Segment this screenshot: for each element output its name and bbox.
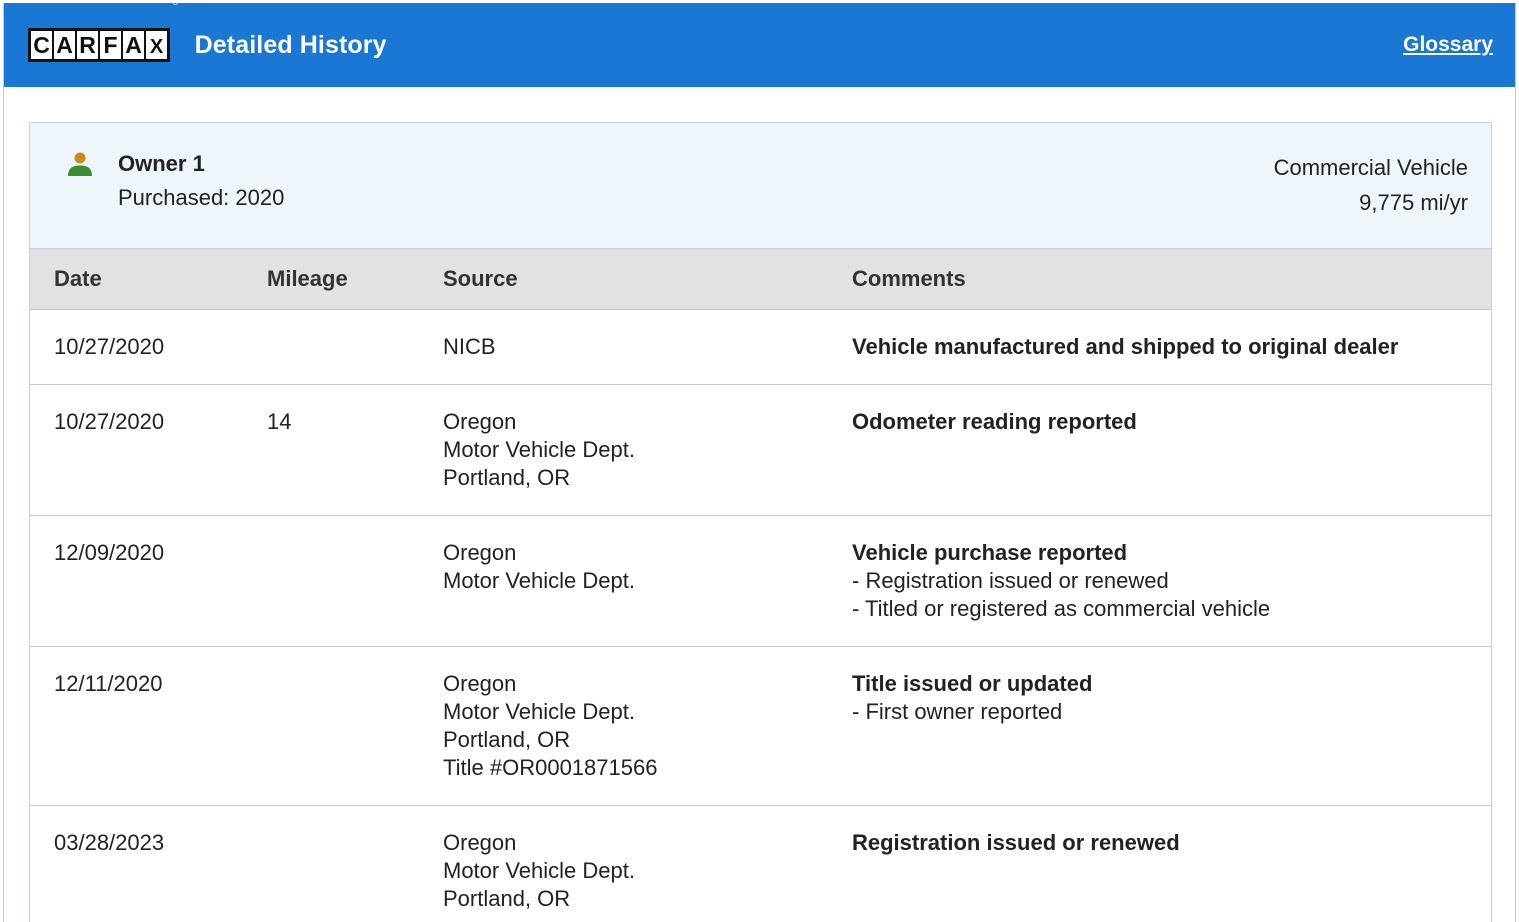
table-row: 12/11/2020 Oregon Motor Vehicle Dept. Po… [30,646,1491,805]
comment-line: - First owner reported [852,698,1063,724]
page-title: Detailed History [194,30,387,59]
table-row: 12/09/2020 Oregon Motor Vehicle Dept. Ve… [30,515,1491,646]
column-header-source: Source [443,265,518,291]
table-row: 10/27/2020 14 Oregon Motor Vehicle Dept.… [30,384,1491,515]
registered-mark: ® [172,3,179,7]
owner-name: Owner 1 [118,151,205,176]
logo-letter: R [77,31,98,59]
source-line: Title #OR0001871566 [443,754,658,780]
row-source: Oregon Motor Vehicle Dept. Portland, OR … [443,646,852,805]
row-mileage [267,646,443,805]
source-line: Portland, OR [443,464,571,490]
comment-title: Vehicle manufactured and shipped to orig… [852,333,1399,359]
row-date: 03/28/2023 [54,829,165,855]
table-row: 10/27/2020 NICB Vehicle manufactured and… [30,309,1491,384]
glossary-link[interactable]: Glossary [1403,33,1493,57]
comment-title: Vehicle purchase reported [852,539,1128,565]
source-line: Portland, OR [443,726,571,752]
column-header-date: Date [54,265,102,291]
comment-line: - Registration issued or renewed [852,567,1169,593]
source-line: NICB [443,333,496,359]
owner-history-card: Owner 1 Purchased: 2020 Commercial Vehic… [29,122,1492,922]
comment-title: Registration issued or renewed [852,829,1180,855]
owner-summary: Owner 1 Purchased: 2020 Commercial Vehic… [30,123,1491,249]
report-frame: C A R F A X ® Detailed History Glossary … [3,3,1516,922]
row-comments: Title issued or updated - First owner re… [852,646,1491,805]
source-line: Motor Vehicle Dept. [443,698,635,724]
comment-line: - Titled or registered as commercial veh… [852,595,1271,621]
row-source: NICB [443,309,852,384]
source-line: Portland, OR [443,885,571,911]
header-bar: C A R F A X ® Detailed History Glossary [4,3,1515,87]
row-date: 10/27/2020 [54,333,165,359]
logo-letter: C [31,31,52,59]
source-line: Oregon [443,408,517,434]
source-line: Oregon [443,539,517,565]
mileage-rate: 9,775 mi/yr [1359,190,1468,215]
logo-letter: X [146,31,167,59]
source-line: Oregon [443,829,517,855]
comment-title: Title issued or updated [852,670,1093,696]
row-mileage [267,805,443,922]
row-mileage [267,515,443,646]
row-source: Oregon Motor Vehicle Dept. Portland, OR [443,805,852,922]
source-line: Motor Vehicle Dept. [443,436,635,462]
row-source: Oregon Motor Vehicle Dept. Portland, OR [443,384,852,515]
source-line: Oregon [443,670,517,696]
row-date: 12/09/2020 [54,539,165,565]
logo-letter: A [54,31,75,59]
row-comments: Vehicle manufactured and shipped to orig… [852,309,1491,384]
table-header-row: Date Mileage Source Comments [30,249,1491,309]
history-table: Date Mileage Source Comments 10/27/2020 … [30,249,1491,922]
table-row: 03/28/2023 Oregon Motor Vehicle Dept. Po… [30,805,1491,922]
source-line: Motor Vehicle Dept. [443,567,635,593]
owner-vehicle-info: Commercial Vehicle 9,775 mi/yr [1274,151,1468,220]
owner-purchased: Purchased: 2020 [118,185,285,210]
column-header-comments: Comments [852,265,966,291]
logo-letter: A [123,31,144,59]
comment-title: Odometer reading reported [852,408,1137,434]
row-date: 10/27/2020 [54,408,165,434]
row-date: 12/11/2020 [54,670,163,696]
vehicle-type: Commercial Vehicle [1273,155,1468,180]
row-comments: Odometer reading reported [852,384,1491,515]
row-mileage: 14 [267,408,292,434]
row-mileage [267,309,443,384]
column-header-mileage: Mileage [267,265,348,291]
row-comments: Vehicle purchase reported - Registration… [852,515,1491,646]
carfax-logo: C A R F A X [28,28,170,62]
row-comments: Registration issued or renewed [852,805,1491,922]
row-source: Oregon Motor Vehicle Dept. [443,515,852,646]
source-line: Motor Vehicle Dept. [443,857,635,883]
person-icon [68,152,92,176]
logo-letter: F [100,31,121,59]
